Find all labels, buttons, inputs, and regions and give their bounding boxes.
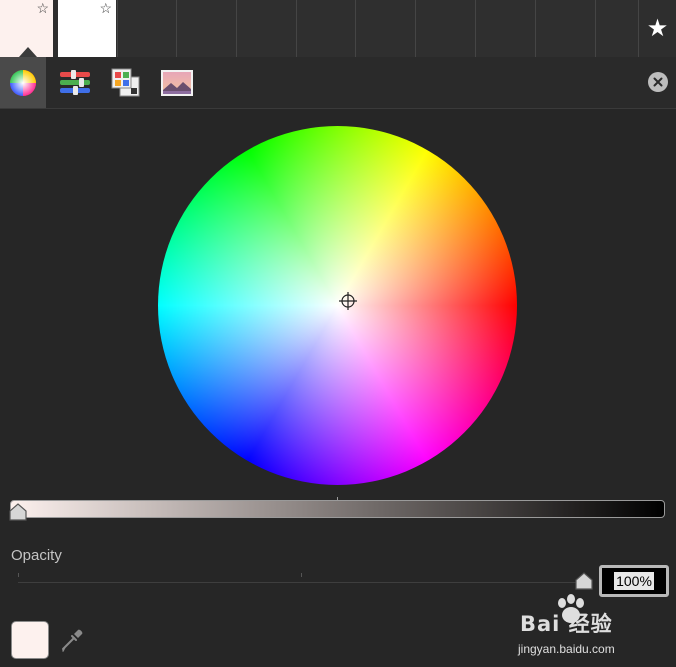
color-picker-panel: ☆ ☆ ★ Opacity 100% Bai 经验 jingyan.baidu.… [0,0,676,667]
opacity-label: Opacity [11,547,62,564]
swatch-empty[interactable] [236,0,296,57]
color-sliders-icon [60,69,90,95]
color-palettes-icon [111,68,140,96]
brightness-slider-thumb[interactable] [9,503,27,521]
selected-swatch-indicator [19,47,37,57]
swatch-empty[interactable] [176,0,236,57]
tab-color-palettes[interactable] [103,57,149,108]
watermark-brand: Bai 经验 [520,612,613,636]
star-icon[interactable]: ☆ [99,1,112,15]
brightness-slider[interactable] [10,500,665,518]
swatch-empty[interactable] [296,0,355,57]
close-icon [653,77,663,87]
crosshair-icon[interactable] [339,292,357,310]
image-palettes-icon [161,69,193,96]
swatch-empty[interactable] [535,0,595,57]
tab-color-wheel[interactable] [0,57,46,108]
swatch-empty[interactable] [117,0,176,57]
color-wheel-icon [10,69,36,96]
swatch-bar: ☆ ☆ ★ [0,0,676,58]
mode-toolbar [0,57,676,109]
favorites-star-icon[interactable]: ★ [638,0,676,57]
close-button[interactable] [648,72,668,92]
opacity-slider[interactable] [18,582,584,583]
swatch-empty[interactable] [475,0,535,57]
opacity-value: 100% [614,572,654,590]
opacity-tick [18,573,19,577]
current-color-swatch[interactable] [11,621,49,659]
opacity-slider-thumb[interactable] [575,572,593,590]
tab-image-palettes[interactable] [154,57,200,108]
watermark-url: jingyan.baidu.com [518,642,615,656]
watermark: Bai 经验 jingyan.baidu.com [515,592,665,660]
swatch-empty[interactable] [595,0,638,57]
star-icon[interactable]: ☆ [36,1,49,15]
swatch-2[interactable]: ☆ [58,0,116,57]
opacity-tick [301,573,302,577]
color-wheel[interactable] [158,126,517,485]
swatch-empty[interactable] [415,0,475,57]
swatch-empty[interactable] [355,0,415,57]
tab-color-sliders[interactable] [52,57,98,108]
eyedropper-icon[interactable] [59,627,85,653]
